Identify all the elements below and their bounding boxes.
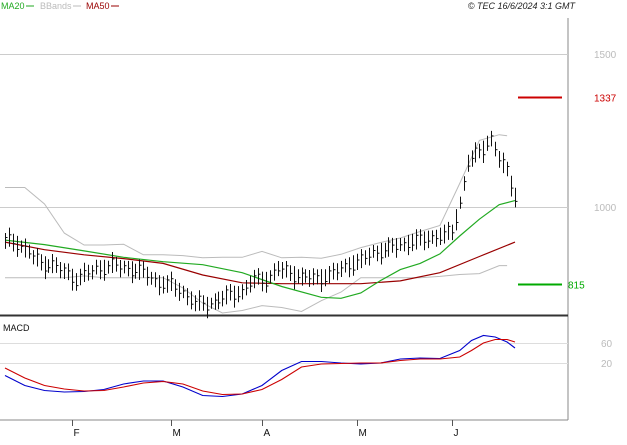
x-tick-label-0: F <box>74 428 80 439</box>
copyright-text: © TEC 16/6/2024 3:1 GMT <box>468 1 577 11</box>
x-tick-label-4: J <box>454 428 459 439</box>
x-grid <box>72 420 453 426</box>
macd-tick-label-60: 60 <box>601 339 613 350</box>
legend-bbands-label: BBands <box>40 1 72 11</box>
x-tick-label-1: M <box>173 428 181 439</box>
legend-ma50-label: MA50 <box>86 1 110 11</box>
price-tick-label-1000: 1000 <box>594 203 617 214</box>
x-axis-labels: FMAMJ <box>74 428 459 439</box>
price-level-label-815: 815 <box>568 281 585 292</box>
price-level-label-1337: 1337 <box>594 94 617 105</box>
macd-title: MACD <box>3 323 30 333</box>
stock-chart: 1337 815 1500 1000 60 20 F M A M J MA20 BBands M… <box>0 1 617 439</box>
chart-container: 1337 815 1500 1000 60 20 F M A M J MA20 BBands M… <box>0 0 627 440</box>
price-tick-label-1500: 1500 <box>594 50 617 61</box>
macd-tick-label-20: 20 <box>601 359 613 370</box>
x-tick-label-3: M <box>359 428 367 439</box>
legend: MA20 BBands MA50 <box>1 1 119 11</box>
x-tick-label-2: A <box>264 428 271 439</box>
legend-ma20-label: MA20 <box>1 1 25 11</box>
